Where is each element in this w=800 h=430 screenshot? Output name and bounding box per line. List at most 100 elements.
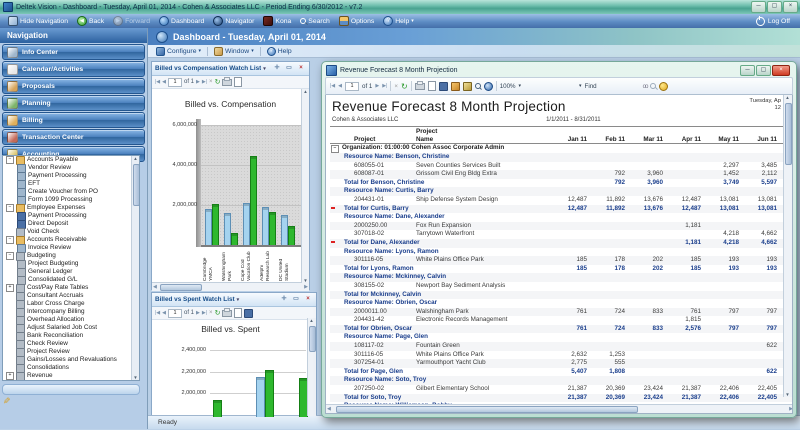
zoom-dropdown-arrow[interactable]: ▾	[519, 83, 522, 89]
tree-item-form-1099-processing[interactable]: Form 1099 Processing	[3, 196, 139, 204]
table-row-resource[interactable]: Resource Name: Curtis, Barry	[330, 187, 793, 196]
table-row-resource[interactable]: Resource Name: Benson, Christine	[330, 153, 793, 162]
tree-item-overhead-allocation[interactable]: Overhead Allocation	[3, 316, 139, 324]
print-icon[interactable]	[415, 83, 425, 90]
panel-pin-icon[interactable]: ✛	[279, 295, 289, 305]
table-row-resource[interactable]: Resource Name: Soto, Troy	[330, 376, 793, 385]
page-setup-icon[interactable]	[428, 81, 436, 91]
pencil-icon[interactable]: ✎	[3, 396, 11, 407]
table-row-total[interactable]: Total for Dane, Alexander1,1814,2184,662…	[330, 239, 793, 248]
tree-item-consolidations[interactable]: Consolidations	[3, 364, 139, 372]
kona-button[interactable]: Kona	[259, 15, 295, 27]
bar-compensation-cape-cod-vacation-club[interactable]	[250, 156, 257, 245]
book-icon[interactable]	[244, 309, 253, 318]
panel-header[interactable]: Billed vs Compensation Watch List ▾ ✛ ▭ …	[152, 62, 309, 76]
tree-item-payment-processing[interactable]: Payment Processing	[3, 172, 139, 180]
bar-billed-cape-cod-vacation-club[interactable]	[243, 203, 250, 245]
bar-compensation-walshingham-park[interactable]	[231, 233, 238, 245]
tree-expander-plus-icon[interactable]: +	[6, 284, 14, 292]
tree-item-employee-expenses[interactable]: −Employee Expenses	[3, 204, 139, 212]
tree-item-labor-cross-charge[interactable]: Labor Cross Charge	[3, 300, 139, 308]
tree-expander-minus-icon[interactable]: −	[6, 204, 14, 212]
scroll-up-icon[interactable]: ▲	[308, 318, 315, 323]
panel-maximize-icon[interactable]: ▭	[284, 64, 294, 74]
tree-item-budgeting[interactable]: −Budgeting	[3, 252, 139, 260]
scroll-up-icon[interactable]: ▲	[302, 89, 309, 94]
table-row-detail[interactable]: 307018-02Tarrytown Waterfront4,2184,6625…	[330, 230, 793, 239]
table-row-detail[interactable]: 108117-02Fountain Green6223,263	[330, 342, 793, 351]
window-restore-button[interactable]: ▢	[756, 65, 771, 76]
collapse-org-icon[interactable]: −	[331, 145, 339, 153]
tree-item-eft[interactable]: EFT	[3, 180, 139, 188]
nav-section-info-center[interactable]: Info Center	[2, 44, 145, 60]
page-number-box[interactable]: 1	[168, 309, 182, 318]
bar-compensation-dc-united-stadium[interactable]	[288, 226, 295, 245]
table-row-resource[interactable]: Resource Name: Obrien, Oscar	[330, 299, 793, 308]
tree-item-cost-pay-rate-tables[interactable]: +Cost/Pay Rate Tables	[3, 284, 139, 292]
options-button[interactable]: Options	[335, 15, 378, 27]
nav-section-billing[interactable]: Billing	[2, 112, 145, 128]
next-page-icon[interactable]: ▶	[196, 79, 200, 85]
window-minimize-button[interactable]: ─	[740, 65, 755, 76]
nav-tree-scrollbar[interactable]: ▲ ▼	[131, 156, 139, 380]
tree-expander-minus-icon[interactable]: −	[6, 236, 14, 244]
last-page-icon[interactable]: ▶|	[382, 83, 387, 89]
stop-icon[interactable]: ×	[209, 79, 213, 85]
tree-expander-plus-icon[interactable]: +	[6, 372, 14, 380]
table-row-total[interactable]: Total for Mckinney, Calvin	[330, 291, 793, 300]
report-window-titlebar[interactable]: Revenue Forecast 8 Month Projection ─ ▢ …	[325, 63, 793, 77]
report-vscrollbar[interactable]: ▲ ▼	[783, 95, 792, 397]
tree-item-void-check[interactable]: Void Check	[3, 228, 139, 236]
bar-compensation-adelphi-research-lab[interactable]	[269, 212, 276, 245]
bar-spent-3[interactable]	[265, 370, 274, 417]
prev-page-icon[interactable]: ◀	[162, 79, 166, 85]
bar-compensation-cambridge-ymca[interactable]	[212, 204, 219, 245]
bar-billed-dc-united-stadium[interactable]	[281, 215, 288, 245]
table-row-total[interactable]: Total for Lyons, Ramon185178202185193193…	[330, 265, 793, 274]
feedback-icon[interactable]	[659, 82, 668, 91]
app-close-button[interactable]: ×	[783, 1, 798, 13]
panel-pin-icon[interactable]: ✛	[272, 64, 282, 74]
help-icon[interactable]	[484, 82, 493, 91]
scroll-thumb[interactable]	[785, 103, 792, 165]
scroll-down-icon[interactable]: ▼	[784, 392, 791, 397]
print-icon[interactable]	[222, 79, 232, 86]
dashboard-button[interactable]: Dashboard	[155, 15, 208, 27]
nav-section-proposals[interactable]: Proposals	[2, 78, 145, 94]
page-setup-icon[interactable]	[234, 77, 242, 87]
back-button[interactable]: ◀ Back	[73, 15, 108, 27]
tree-item-revenue[interactable]: +Revenue	[3, 372, 139, 380]
app-minimize-button[interactable]: ─	[751, 1, 766, 13]
binoculars-icon[interactable]: oo	[643, 83, 648, 90]
export-icon[interactable]	[451, 82, 460, 91]
table-row-detail[interactable]: 608087-01Grissom Civil Eng Bldg Extra792…	[330, 170, 793, 179]
scroll-thumb[interactable]	[309, 326, 316, 352]
table-row-total[interactable]: Total for Page, Glen5,4071,8086223,263	[330, 368, 793, 377]
tree-item-accounts-receivable[interactable]: −Accounts Receivable	[3, 236, 139, 244]
last-page-icon[interactable]: ▶|	[202, 310, 207, 316]
table-row-detail[interactable]: 307254-01Yarmouthport Yacht Club2,775555	[330, 359, 793, 368]
tree-expander-minus-icon[interactable]: −	[6, 156, 14, 164]
table-row-total[interactable]: Total for Obrien, Oscar7617248332,576797…	[330, 325, 793, 334]
find-label[interactable]: Find	[585, 83, 597, 90]
table-row-resource[interactable]: Resource Name: Page, Glen	[330, 333, 793, 342]
book-icon[interactable]	[439, 82, 448, 91]
tree-item-gains-losses-and-revaluations[interactable]: Gains/Losses and Revaluations	[3, 356, 139, 364]
bar-billed-cambridge-ymca[interactable]	[205, 209, 212, 245]
tree-item-vendor-review[interactable]: Vendor Review	[3, 164, 139, 172]
tree-item-consultant-accruals[interactable]: Consultant Accruals	[3, 292, 139, 300]
refresh-icon[interactable]: ↻	[215, 78, 221, 86]
panel-close-icon[interactable]: ×	[296, 64, 306, 74]
navigator-button[interactable]: Navigator	[209, 15, 258, 27]
scroll-up-icon[interactable]: ▲	[132, 156, 139, 161]
help-menu[interactable]: ? Help	[263, 47, 296, 56]
table-row-org[interactable]: −Organization: 01:00:00 Cohen Assoc Corp…	[330, 144, 793, 154]
search-button[interactable]: Search	[296, 15, 334, 27]
nav-section-planning[interactable]: Planning	[2, 95, 145, 111]
scroll-thumb[interactable]	[133, 164, 140, 206]
help-button[interactable]: ? Help ▾	[379, 15, 418, 27]
table-row-total[interactable]: Total for Curtis, Barry12,48711,89213,67…	[330, 205, 793, 214]
refresh-icon[interactable]: ↻	[401, 82, 408, 91]
table-row-resource[interactable]: Resource Name: Mckinney, Calvin	[330, 273, 793, 282]
prev-page-icon[interactable]: ◀	[162, 310, 166, 316]
